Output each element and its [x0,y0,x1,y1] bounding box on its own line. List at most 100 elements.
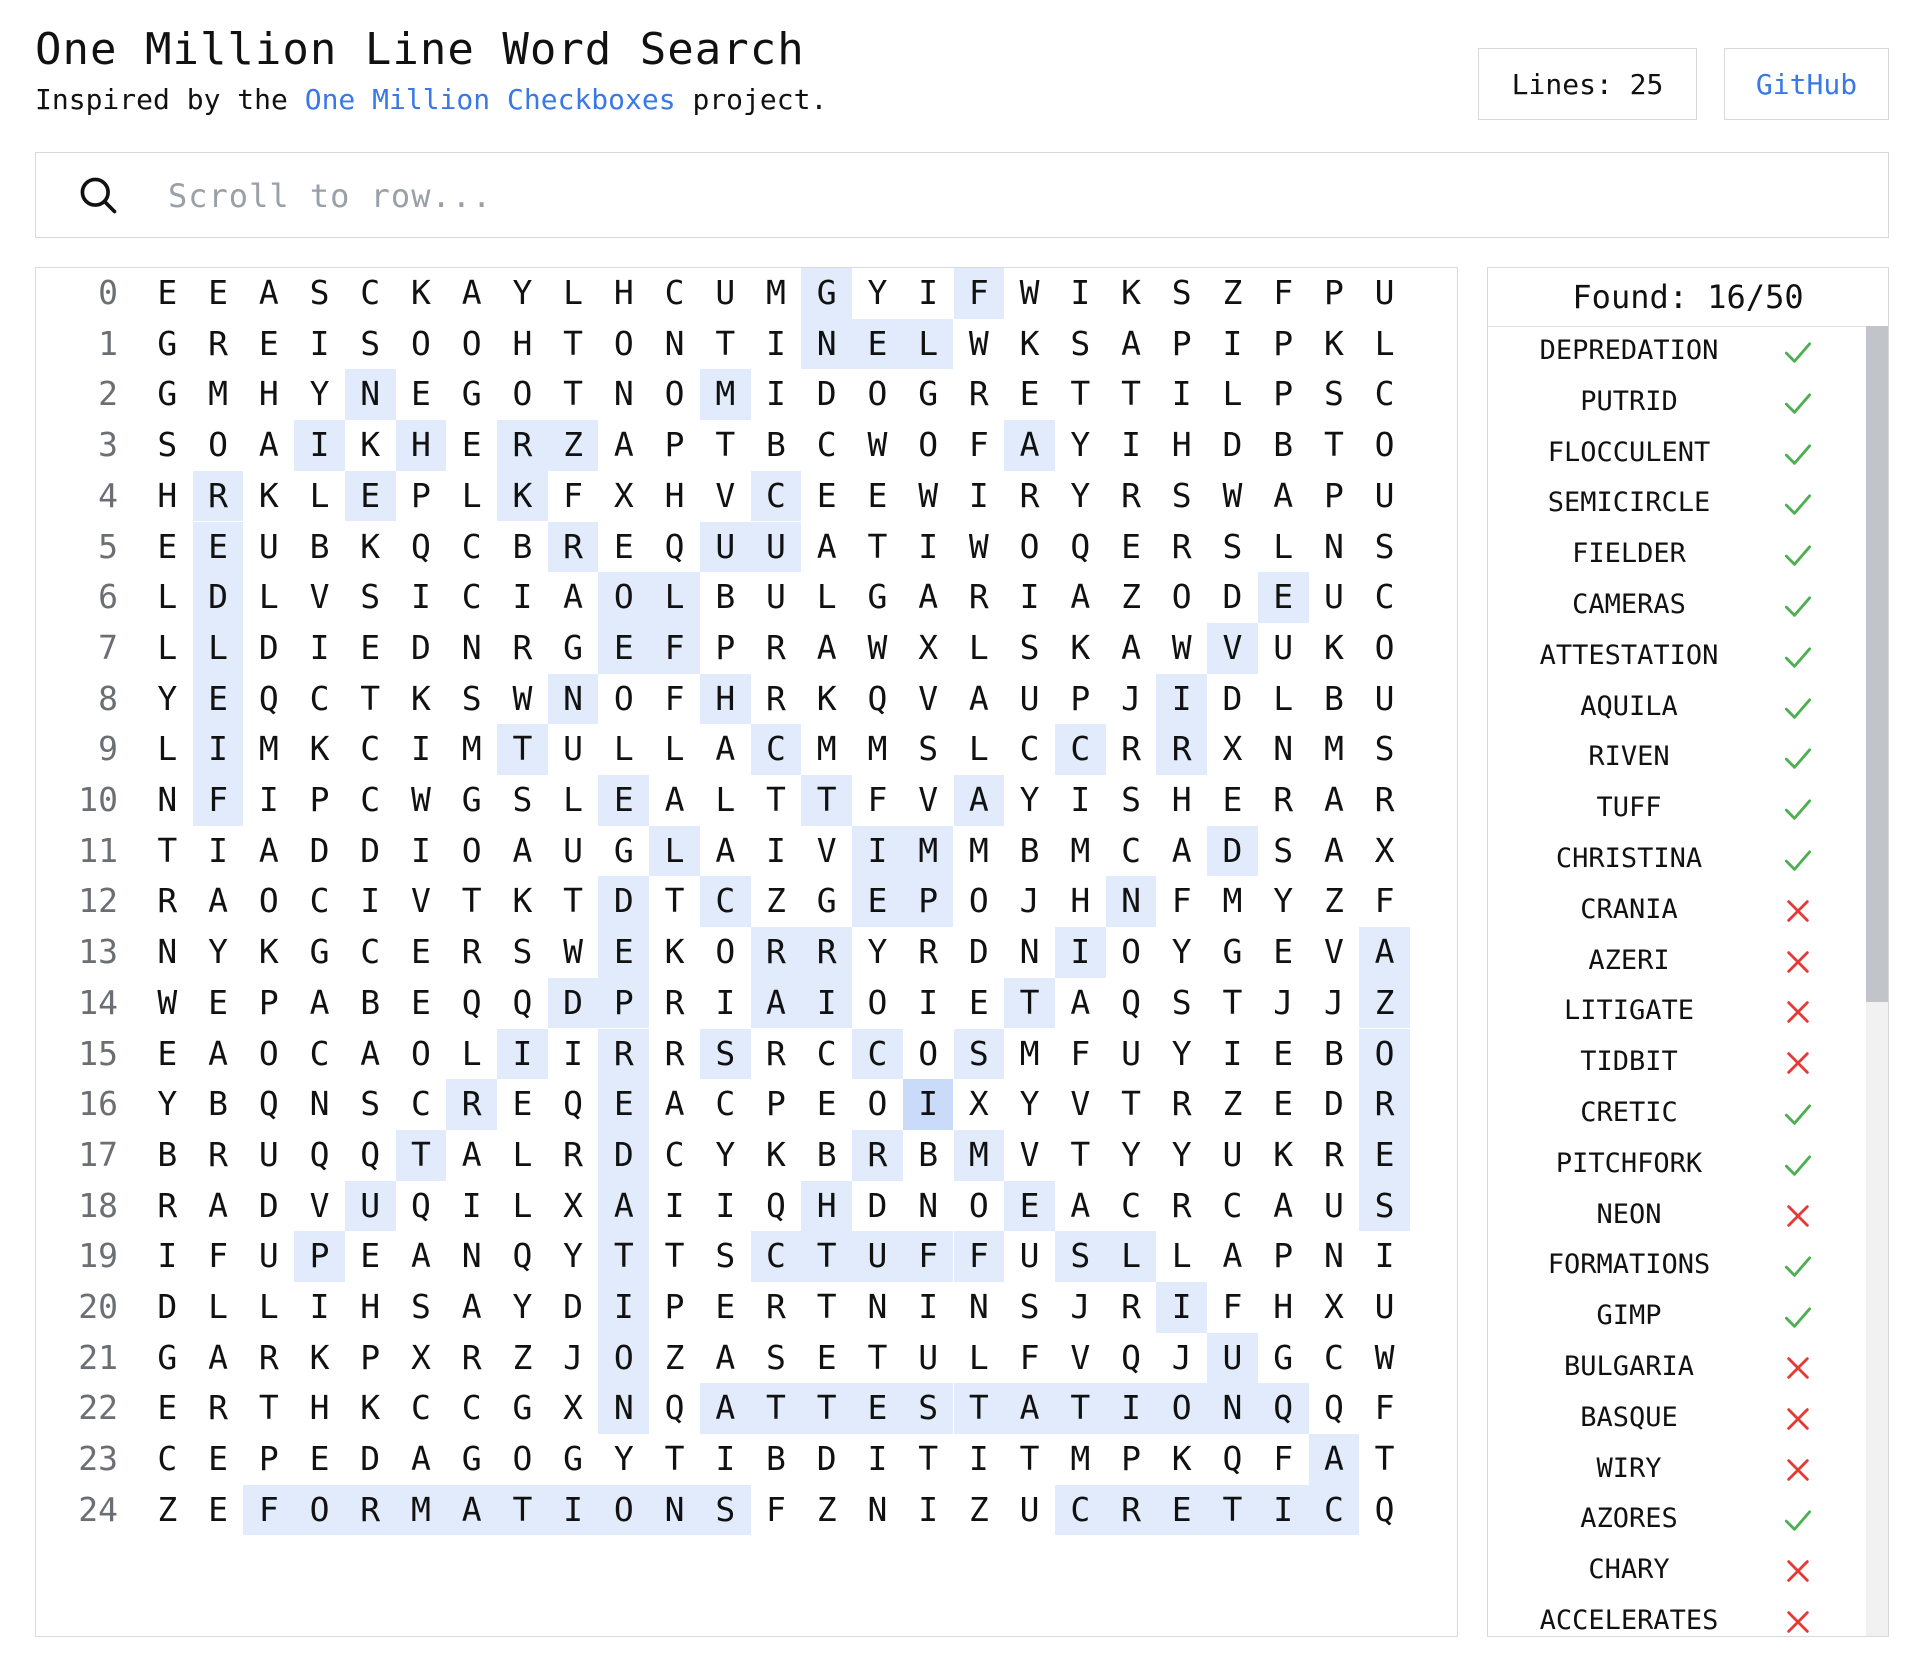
grid-cell[interactable]: Z [1309,876,1360,927]
grid-cell[interactable]: A [1207,1231,1258,1282]
grid-cell[interactable]: B [1309,1029,1360,1080]
grid-cell[interactable]: M [801,724,852,775]
grid-cell[interactable]: O [1004,522,1055,573]
grid-cell[interactable]: G [446,775,497,826]
grid-cell[interactable]: U [1207,1332,1258,1384]
grid-cell[interactable]: E [852,876,903,928]
grid-cell[interactable]: I [396,826,447,877]
grid-cell[interactable]: L [142,724,193,775]
grid-cell[interactable]: E [294,1434,345,1485]
grid-cell[interactable]: V [1207,622,1258,674]
grid-cell[interactable]: T [801,1282,852,1333]
grid-cell[interactable]: G [142,319,193,370]
grid-cell[interactable]: R [751,674,802,725]
grid-cell[interactable]: B [1004,826,1055,877]
grid-cell[interactable]: U [1004,674,1055,725]
grid-cell[interactable]: R [1359,775,1410,826]
grid-cell[interactable]: U [1004,1231,1055,1282]
grid-cell[interactable]: M [852,724,903,775]
grid-cell[interactable]: E [396,978,447,1029]
grid-cell[interactable]: A [1004,420,1055,471]
grid-cell[interactable]: E [598,927,650,978]
grid-cell[interactable]: R [1156,724,1208,775]
grid-cell[interactable]: T [345,674,396,725]
grid-cell[interactable]: D [1309,1079,1360,1130]
grid-cell[interactable]: S [1106,775,1157,826]
grid-cell[interactable]: S [1156,471,1207,522]
grid-cell[interactable]: L [548,775,599,826]
grid-cell[interactable]: J [1309,978,1360,1029]
grid-cell[interactable]: M [446,724,497,775]
grid-cell[interactable]: F [649,622,700,674]
grid-cell[interactable]: D [243,1181,294,1232]
grid-cell[interactable]: Z [142,1485,193,1536]
grid-cell[interactable]: K [294,724,345,775]
grid-cell[interactable]: I [1359,1231,1410,1282]
grid-cell[interactable]: I [548,1029,599,1080]
grid-cell[interactable]: P [598,977,650,1029]
grid-cell[interactable]: M [1004,1029,1055,1080]
grid-cell[interactable]: Q [1055,522,1106,573]
grid-cell[interactable]: S [1207,522,1258,573]
grid-cell[interactable]: C [649,268,700,319]
grid-cell[interactable]: I [294,319,345,370]
grid-cell[interactable]: T [649,1231,700,1282]
grid-cell[interactable]: C [700,1079,751,1130]
grid-cell[interactable]: A [1106,319,1157,370]
grid-cell[interactable]: O [598,572,650,623]
grid-cell[interactable]: N [852,1282,903,1333]
grid-cell[interactable]: I [700,978,751,1029]
grid-cell[interactable]: N [852,1485,903,1536]
grid-cell[interactable]: E [700,1282,751,1333]
grid-cell[interactable]: R [801,927,853,978]
grid-cell[interactable]: L [954,623,1005,674]
grid-cell[interactable]: L [598,724,649,775]
grid-cell[interactable]: Y [1055,471,1106,522]
grid-cell[interactable]: O [1156,1383,1208,1435]
grid-cell[interactable]: R [497,420,548,471]
grid-cell[interactable]: T [801,775,853,826]
grid-cell[interactable]: D [1207,572,1258,623]
grid-cell[interactable]: C [294,1029,345,1080]
grid-cell[interactable]: H [1156,420,1207,471]
grid-cell[interactable]: A [1055,1181,1106,1232]
grid-cell[interactable]: N [954,1282,1005,1333]
grid-cell[interactable]: V [396,876,447,927]
grid-cell[interactable]: G [801,876,852,927]
grid-cell[interactable]: A [903,572,954,623]
grid-cell[interactable]: U [1359,471,1410,522]
grid-cell[interactable]: L [1258,522,1309,573]
grid-cell[interactable]: K [345,1383,396,1434]
grid-cell[interactable]: P [396,471,447,522]
grid-cell[interactable]: Q [345,1130,396,1181]
grid-cell[interactable]: Q [1207,1434,1258,1485]
grid-cell[interactable]: P [243,978,294,1029]
grid-cell[interactable]: W [548,927,599,978]
grid-cell[interactable]: A [193,1181,244,1232]
word-list-scrollbar[interactable] [1866,326,1888,1636]
grid-cell[interactable]: P [1156,319,1207,370]
grid-cell[interactable]: Z [649,1333,700,1384]
grid-cell[interactable]: S [396,1282,447,1333]
grid-cell[interactable]: W [497,674,548,725]
grid-cell[interactable]: H [345,1282,396,1333]
grid-cell[interactable]: E [142,522,193,573]
grid-cell[interactable]: R [1106,1282,1157,1333]
grid-cell[interactable]: U [903,1333,954,1384]
grid-cell[interactable]: K [1106,268,1157,319]
grid-cell[interactable]: I [294,623,345,674]
grid-cell[interactable]: A [649,1079,700,1130]
grid-cell[interactable]: I [1156,369,1207,420]
grid-cell[interactable]: D [142,1282,193,1333]
grid-cell[interactable]: I [954,471,1005,522]
grid-cell[interactable]: I [1156,673,1208,725]
grid-cell[interactable]: Y [142,1079,193,1130]
grid-cell[interactable]: X [548,1181,599,1232]
grid-cell[interactable]: P [294,1231,345,1282]
grid-cell[interactable]: I [142,1231,193,1282]
grid-cell[interactable]: S [1004,623,1055,674]
grid-cell[interactable]: E [852,318,903,370]
grid-cell[interactable]: F [953,1231,1005,1282]
grid-cell[interactable]: A [1055,978,1106,1029]
grid-cell[interactable]: F [1004,1333,1055,1384]
